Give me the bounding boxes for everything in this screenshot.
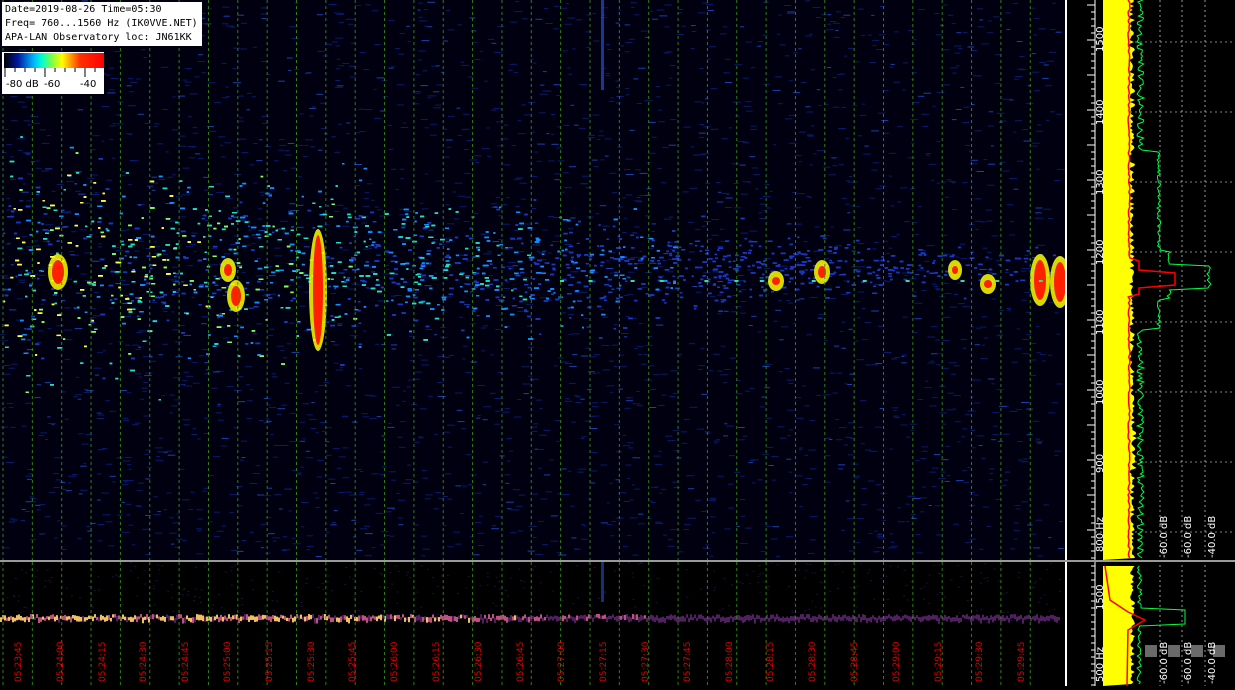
header-observatory: APA-LAN Observatory loc: JN61KK xyxy=(5,31,198,45)
waterfall-wideband[interactable] xyxy=(0,562,1065,686)
time-label: 05:28:45 xyxy=(850,642,860,682)
db-label-main-1: -60.0 dB xyxy=(1159,516,1170,558)
time-label: 05:25:15 xyxy=(265,642,275,682)
time-label: 05:24:00 xyxy=(56,642,66,682)
spectrum-panel xyxy=(1065,0,1235,686)
time-label: 05:25:00 xyxy=(223,642,233,682)
header-date-time: Date=2019-08-26 Time=05:30 xyxy=(5,3,198,17)
time-label: 05:25:45 xyxy=(348,642,358,682)
color-scale-gradient xyxy=(4,53,104,68)
time-label: 05:26:00 xyxy=(390,642,400,682)
time-label: 05:29:45 xyxy=(1017,642,1027,682)
time-label: 05:27:45 xyxy=(683,642,693,682)
time-label: 05:27:15 xyxy=(599,642,609,682)
freq-tick-900: 900 xyxy=(1095,454,1106,473)
header-frequency: Freq= 760...1560 Hz (IK0VVE.NET) xyxy=(5,17,198,31)
spectrum-max-trace xyxy=(1137,0,1211,684)
spectrum-canvas xyxy=(1065,0,1235,686)
time-label: 05:28:30 xyxy=(808,642,818,682)
color-scale-label-low: -80 dB xyxy=(6,79,39,90)
color-scale-legend: -80 dB -60 -40 xyxy=(2,52,104,94)
time-label: 05:29:15 xyxy=(934,642,944,682)
time-label: 05:27:00 xyxy=(557,642,567,682)
freq-tick-1100: 1100 xyxy=(1095,310,1106,335)
waterfall-main-canvas xyxy=(0,0,1065,560)
time-label: 05:23:45 xyxy=(14,642,24,682)
color-scale-ticks xyxy=(2,68,104,78)
time-grid xyxy=(3,0,1030,560)
time-label: 05:24:30 xyxy=(139,642,149,682)
time-label: 05:29:00 xyxy=(892,642,902,682)
time-label: 05:26:45 xyxy=(516,642,526,682)
time-label: 05:29:30 xyxy=(975,642,985,682)
wideband-signal xyxy=(0,614,1060,624)
header-info: Date=2019-08-26 Time=05:30Freq= 760...15… xyxy=(2,2,202,46)
sub-freq-tick-500: 500 Hz xyxy=(1095,647,1106,682)
db-label-sub-2: -60.0 dB xyxy=(1183,642,1194,684)
freq-tick-800: 800 Hz xyxy=(1095,517,1106,552)
waterfall-main[interactable] xyxy=(0,0,1065,560)
time-label: 05:26:15 xyxy=(432,642,442,682)
time-label: 05:25:30 xyxy=(307,642,317,682)
wideband-noise xyxy=(0,562,1061,623)
freq-tick-1200: 1200 xyxy=(1095,240,1106,265)
db-label-sub-1: -60.0 dB xyxy=(1159,642,1170,684)
waterfall-noise xyxy=(0,0,1064,557)
time-label: 05:24:15 xyxy=(98,642,108,682)
time-label: 05:26:30 xyxy=(474,642,484,682)
sub-freq-tick-1500: 1500 xyxy=(1095,585,1106,610)
time-label: 05:28:15 xyxy=(766,642,776,682)
freq-axis-ticks xyxy=(1087,0,1095,686)
freq-tick-1000: 1000 xyxy=(1095,380,1106,405)
freq-tick-1400: 1400 xyxy=(1095,100,1106,125)
freq-tick-1300: 1300 xyxy=(1095,170,1106,195)
time-label: 05:28:00 xyxy=(725,642,735,682)
freq-tick-1500: 1500 xyxy=(1095,27,1106,52)
time-label: 05:27:30 xyxy=(641,642,651,682)
db-label-sub-3: -40.0 dB xyxy=(1207,642,1218,684)
waterfall-wideband-canvas xyxy=(0,562,1065,686)
db-label-main-2: -60.0 dB xyxy=(1183,516,1194,558)
time-label: 05:24:45 xyxy=(181,642,191,682)
color-scale-label-mid: -60 xyxy=(44,79,60,90)
color-scale-label-high: -40 xyxy=(80,79,96,90)
db-label-main-3: -40.0 dB xyxy=(1207,516,1218,558)
